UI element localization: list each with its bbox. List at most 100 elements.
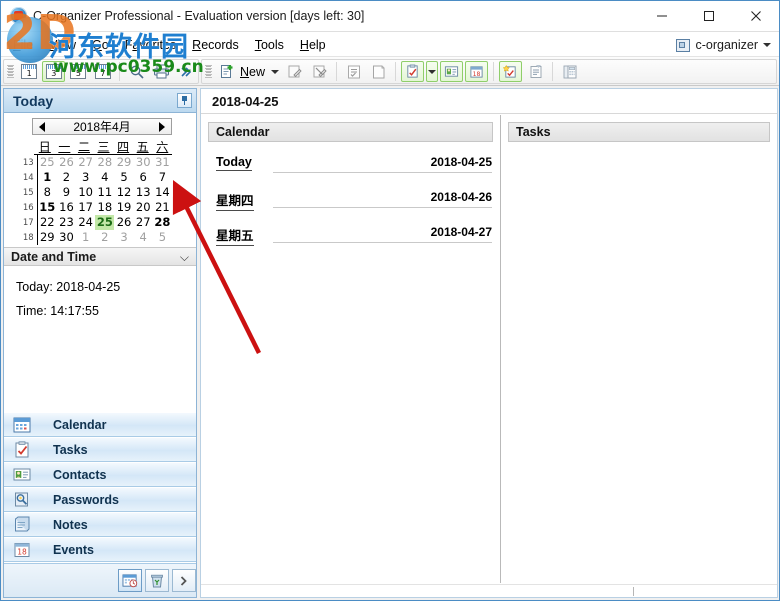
mini-calendar-day[interactable]: 5 [114, 170, 133, 185]
mini-calendar-day[interactable]: 30 [57, 230, 76, 245]
toolbar-new-label[interactable]: New [238, 65, 267, 79]
toolbar-note-button[interactable] [367, 61, 390, 82]
mini-calendar-day[interactable]: 20 [134, 200, 153, 215]
mini-calendar-day[interactable]: 21 [153, 200, 172, 215]
mini-calendar-day[interactable]: 2 [95, 230, 114, 245]
mini-calendar-nav[interactable]: 2018年4月 [32, 118, 172, 135]
next-month-icon[interactable] [159, 122, 165, 132]
menu-item-file[interactable]: FFileile [5, 35, 41, 55]
sidebar-item-tasks[interactable]: Tasks [4, 437, 196, 462]
menu-item-records[interactable]: Records [184, 35, 247, 55]
mini-calendar-day[interactable]: 19 [114, 200, 133, 215]
mini-calendar-day[interactable]: 14 [153, 185, 172, 200]
toolbar-expand-button[interactable] [174, 61, 197, 82]
toolbar-task-dropdown[interactable] [426, 61, 439, 82]
mini-calendar-day[interactable]: 27 [76, 155, 95, 170]
mini-calendar-day[interactable]: 26 [114, 215, 133, 230]
mini-calendar-day[interactable]: 27 [134, 215, 153, 230]
calendar-row-today[interactable]: Today 2018-04-25 [216, 155, 492, 177]
mini-calendar-day[interactable]: 28 [95, 155, 114, 170]
prev-month-icon[interactable] [39, 122, 45, 132]
mini-calendar-day[interactable]: 26 [57, 155, 76, 170]
horizontal-scrollbar[interactable] [201, 584, 777, 597]
toolbar-delete-button[interactable] [308, 61, 331, 82]
chevron-collapse-icon[interactable]: ⌵ [180, 251, 189, 263]
toolbar-day-view-5[interactable]: 5 [67, 61, 90, 82]
toolbar-day-view-3[interactable]: 3 [42, 61, 66, 82]
mini-calendar-day[interactable]: 24 [76, 215, 95, 230]
search-icon [130, 65, 144, 79]
toolbar-edit-button[interactable] [283, 61, 306, 82]
minimize-button[interactable] [639, 1, 685, 31]
calendar-row-date-1: 2018-04-26 [430, 190, 492, 204]
mini-calendar-day[interactable]: 12 [114, 185, 133, 200]
mini-calendar-day[interactable]: 1 [76, 230, 95, 245]
toolbar-report-button[interactable] [524, 61, 547, 82]
toolbar-event-button[interactable]: 18 [465, 61, 489, 82]
mini-calendar-day[interactable]: 25 [38, 155, 57, 170]
mini-calendar-day[interactable]: 2 [57, 170, 76, 185]
mini-calendar-day[interactable]: 22 [38, 215, 57, 230]
mini-calendar-day[interactable]: 9 [57, 185, 76, 200]
mini-calendar-day[interactable]: 16 [57, 200, 76, 215]
today-button[interactable] [118, 569, 142, 592]
mini-calendar-day[interactable]: 6 [134, 170, 153, 185]
mini-calendar-day[interactable]: 23 [57, 215, 76, 230]
toolbar-day-view-1[interactable]: 1 [18, 61, 41, 82]
mini-calendar-day[interactable]: 4 [95, 170, 114, 185]
calendar-row-day-1[interactable]: 星期四 [216, 190, 254, 211]
mini-calendar-day[interactable]: 17 [76, 200, 95, 215]
calendar-row-friday[interactable]: 星期五 2018-04-27 [216, 225, 492, 247]
toolbar-print-button[interactable] [150, 61, 173, 82]
calendar-row-thursday[interactable]: 星期四 2018-04-26 [216, 190, 492, 212]
toolbar-grip-icon-2[interactable] [204, 62, 213, 81]
mini-calendar-day[interactable]: 3 [76, 170, 95, 185]
mini-calendar-day[interactable]: 3 [114, 230, 133, 245]
mini-calendar-day[interactable]: 4 [134, 230, 153, 245]
account-menu[interactable]: c-organizer [676, 36, 771, 54]
toolbar-task-button[interactable] [401, 61, 425, 82]
calendar-row-day-0[interactable]: Today [216, 155, 252, 171]
toolbar-grip-icon[interactable] [6, 62, 15, 81]
toolbar-wizard-button[interactable] [499, 61, 523, 82]
toolbar-checklist-button[interactable] [342, 61, 365, 82]
mini-calendar-day[interactable]: 15 [38, 200, 57, 215]
pin-button[interactable] [177, 93, 192, 108]
mini-calendar-day[interactable]: 29 [114, 155, 133, 170]
mini-calendar-day[interactable]: 7 [153, 170, 172, 185]
menu-item-help[interactable]: Help [292, 35, 334, 55]
sidebar-item-events[interactable]: 18 Events [4, 537, 196, 562]
mini-calendar-day[interactable]: 5 [153, 230, 172, 245]
calendar-row-day-2[interactable]: 星期五 [216, 225, 254, 246]
menu-item-go[interactable]: Go [84, 35, 117, 55]
mini-calendar-day[interactable]: 10 [76, 185, 95, 200]
sidebar-item-calendar[interactable]: Calendar [4, 412, 196, 437]
menu-item-tools[interactable]: Tools [247, 35, 292, 55]
sidebar-item-contacts[interactable]: Contacts [4, 462, 196, 487]
toolbar-new-dropdown[interactable] [268, 61, 281, 82]
mini-calendar-day[interactable]: 8 [38, 185, 57, 200]
mini-calendar-day[interactable]: 11 [95, 185, 114, 200]
toolbar-contact-button[interactable] [440, 61, 464, 82]
toolbar-calculator-button[interactable] [558, 61, 581, 82]
mini-calendar-day[interactable]: 31 [153, 155, 172, 170]
toolbar-new-button[interactable] [216, 61, 237, 82]
sidebar-item-notes[interactable]: Notes [4, 512, 196, 537]
week-number: 13 [22, 157, 34, 168]
menu-item-view[interactable]: View [41, 35, 84, 55]
mini-calendar-day[interactable]: 30 [134, 155, 153, 170]
mini-calendar-day[interactable]: 29 [38, 230, 57, 245]
mini-calendar-day[interactable]: 18 [95, 200, 114, 215]
sidebar-item-passwords[interactable]: Passwords [4, 487, 196, 512]
toolbar-day-view-7[interactable]: 7 [92, 61, 115, 82]
mini-calendar-day[interactable]: 13 [134, 185, 153, 200]
maximize-button[interactable] [686, 1, 732, 31]
mini-calendar-day[interactable]: 28 [153, 215, 172, 230]
close-button[interactable] [733, 1, 779, 31]
mini-calendar-day[interactable]: 1 [38, 170, 57, 185]
recycle-bin-button[interactable] [145, 569, 169, 592]
menu-item-favorites[interactable]: Favorites [117, 35, 184, 55]
mini-calendar-day-today[interactable]: 25 [95, 215, 115, 230]
toolbar-search-button[interactable] [125, 61, 148, 82]
more-button[interactable] [172, 569, 196, 592]
